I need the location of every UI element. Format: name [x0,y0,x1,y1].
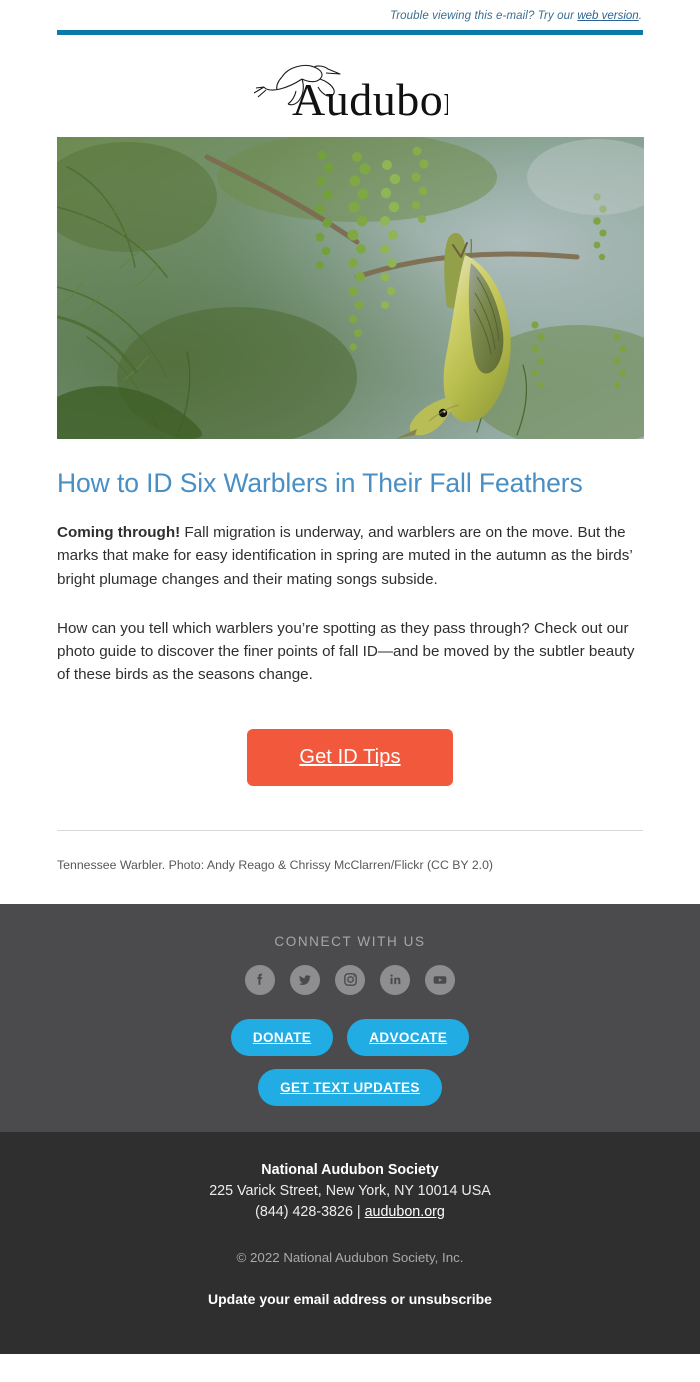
instagram-icon[interactable] [335,964,365,995]
footer-website-link[interactable]: audubon.org [365,1204,445,1220]
footer-contact-line: (844) 428-3826 | audubon.org [0,1203,700,1223]
hero-photo[interactable] [57,137,644,439]
section-divider [57,829,643,831]
linkedin-glyph [389,974,400,985]
preheader-text: Trouble viewing this e-mail? Try our [389,10,578,22]
get-text-updates-button[interactable]: GET TEXT UPDATES [258,1068,442,1106]
accent-bar-container [0,28,700,35]
page-title: How to ID Six Warblers in Their Fall Fea… [57,468,583,498]
twitter-glyph [298,974,311,985]
preheader-bar: Trouble viewing this e-mail? Try our web… [0,0,700,28]
footer-section: National Audubon Society 225 Varick Stre… [0,1131,700,1355]
cta-container: Get ID Tips [57,687,643,786]
article-paragraph-1: Coming through! Fall migration is underw… [57,521,643,591]
footer-copyright: © 2022 National Audubon Society, Inc. [236,1250,464,1266]
footer-separator: | [352,1204,365,1221]
warbler-photo-illustration [57,137,644,439]
article-content: How to ID Six Warblers in Their Fall Fea… [0,467,700,904]
footer-address: 225 Varick Street, New York, NY 10014 US… [209,1182,491,1199]
action-button-row-secondary: GET TEXT UPDATES [0,1068,700,1106]
photo-credit: Tennessee Warbler. Photo: Andy Reago & C… [57,857,494,872]
web-version-link[interactable]: web version [577,10,638,22]
advocate-button[interactable]: ADVOCATE [347,1018,470,1056]
connect-section: CONNECT WITH US DONATE ADVOCATE GET TEXT… [0,903,700,1132]
facebook-glyph [257,973,262,985]
preheader-text-suffix: . [638,10,642,22]
footer-phone-number: (844) 428-3826 [255,1204,353,1221]
get-id-tips-button[interactable]: Get ID Tips [247,728,453,786]
article-paragraph-2: How can you tell which warblers you’re s… [57,619,635,684]
action-button-row-primary: DONATE ADVOCATE [0,1018,700,1056]
social-icon-row [0,964,700,995]
paragraph-1-lead: Coming through! [57,524,181,542]
footer-organization: National Audubon Society [261,1161,439,1178]
donate-button[interactable]: DONATE [230,1018,334,1056]
hero-image-container [0,137,700,439]
unsubscribe-link[interactable]: Update your email address or unsubscribe [208,1291,492,1307]
facebook-icon[interactable] [245,964,275,995]
footer-spacer [0,1309,700,1354]
connect-heading: CONNECT WITH US [274,933,426,949]
brand-logo[interactable]: Audubon [0,35,700,137]
youtube-icon[interactable] [425,964,455,995]
linkedin-icon[interactable] [380,964,410,995]
twitter-icon[interactable] [290,964,320,995]
egret-bird-icon: Audubon [253,64,448,119]
instagram-glyph [343,973,357,986]
youtube-glyph [433,975,447,984]
svg-text:Audubon: Audubon [292,74,448,119]
